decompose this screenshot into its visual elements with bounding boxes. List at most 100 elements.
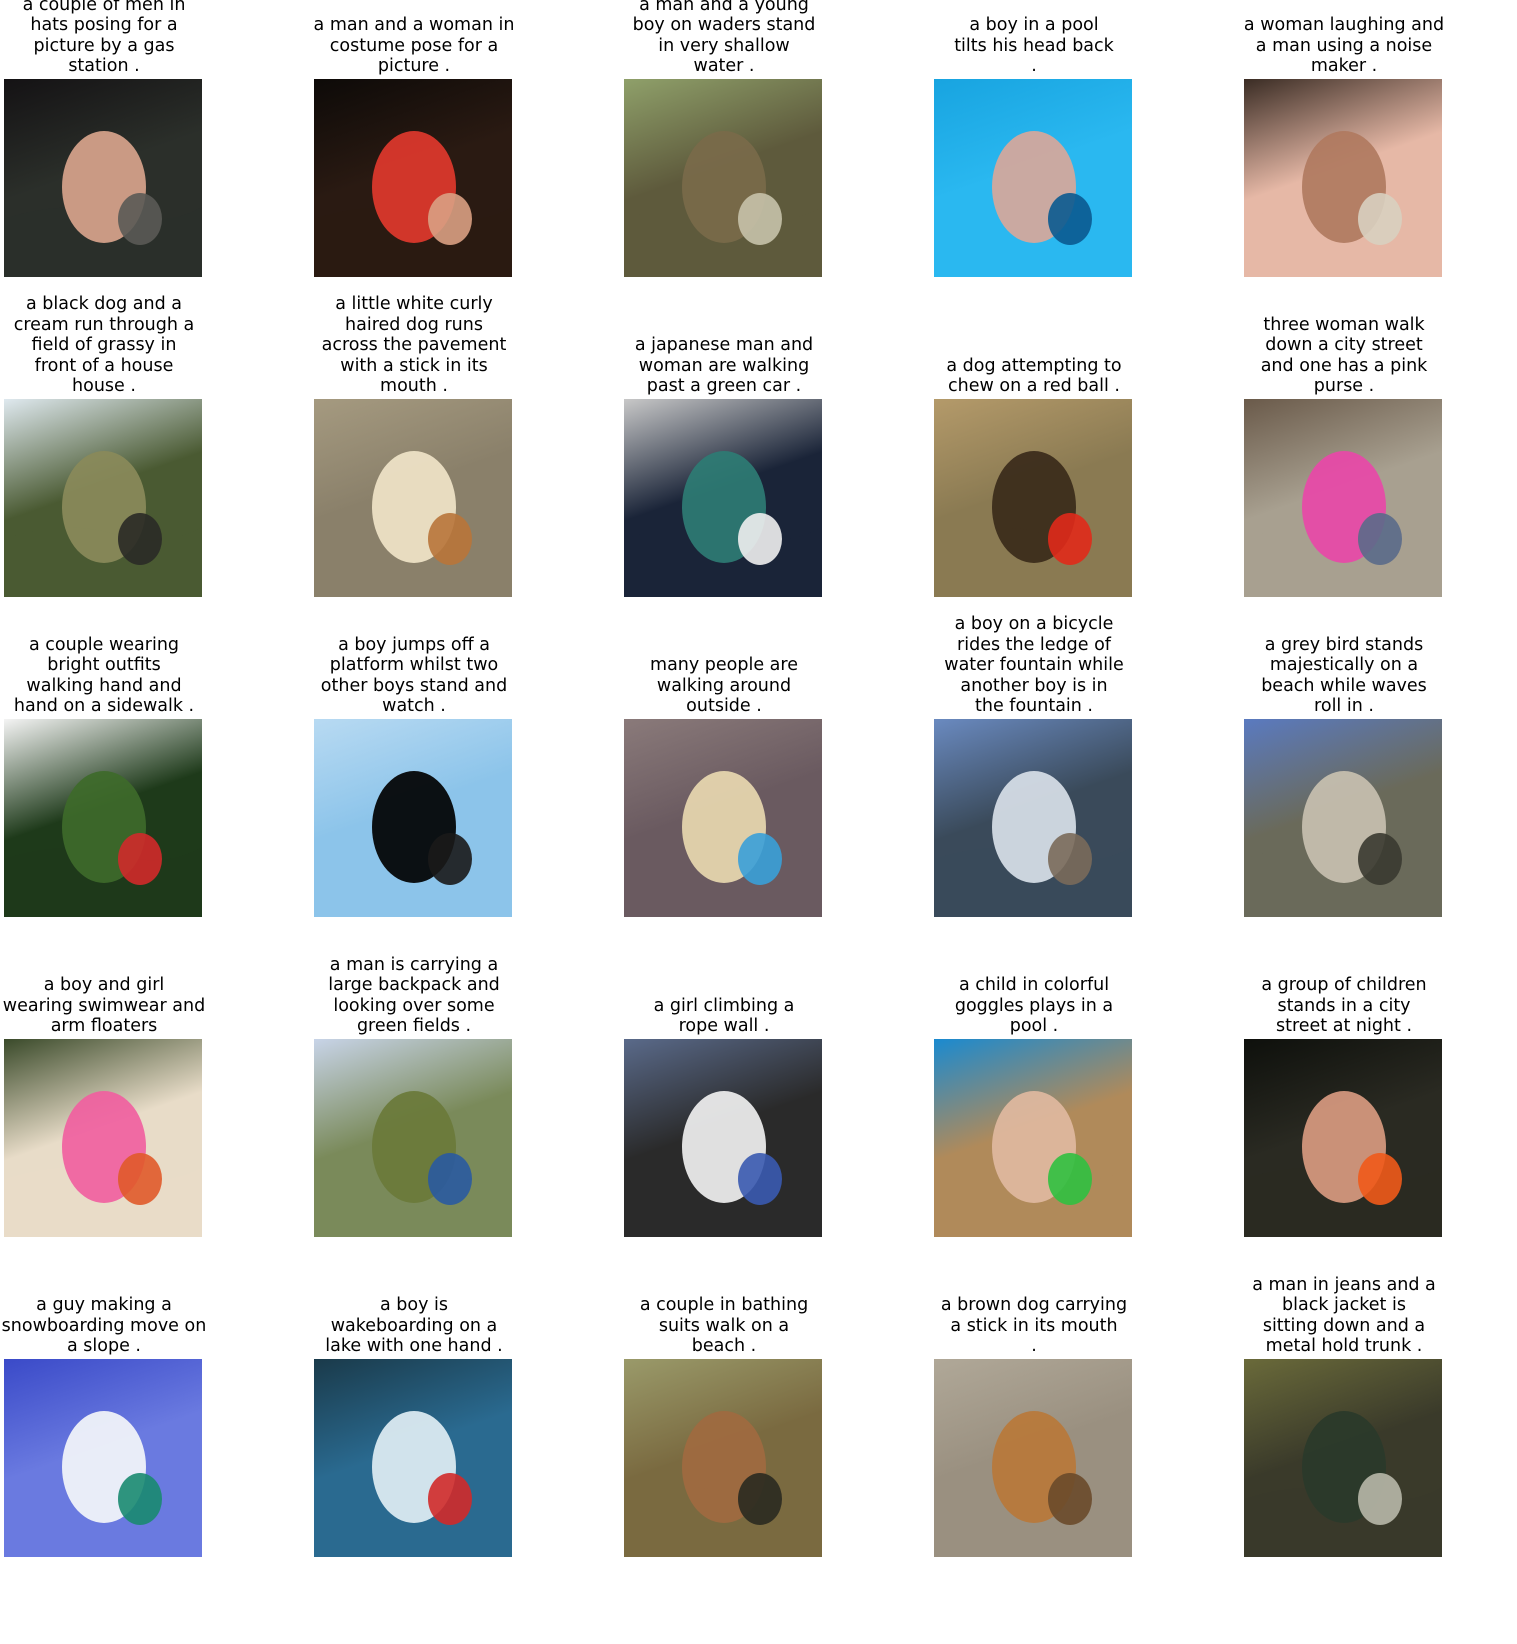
caption-line: a stick in its mouth [950, 1315, 1118, 1336]
caption-line: metal hold trunk . [1265, 1336, 1423, 1357]
image-caption: a man in jeans and a black jacket is sitti… [1184, 1275, 1504, 1357]
caption-line: tilts his head back [954, 35, 1114, 56]
photo-image [4, 79, 202, 277]
caption-line: a child in colorful [958, 975, 1110, 996]
photo [1244, 79, 1442, 277]
photo-image [1244, 719, 1442, 917]
gallery-item: a dog attempting to chew on a red ball . [874, 269, 1194, 597]
caption-line: three woman walk [1263, 314, 1425, 335]
caption-line: a couple of men in [22, 0, 186, 15]
caption-line: rope wall . [678, 1016, 770, 1037]
caption-line: front of a house [34, 355, 174, 376]
photo-accent [1358, 513, 1402, 565]
photo [314, 719, 512, 917]
caption-line: maker . [1310, 56, 1378, 77]
caption-line: a group of children [1261, 975, 1427, 996]
photo-accent [428, 1153, 472, 1205]
caption-line: field of grassy in [31, 335, 177, 356]
photo-accent [1358, 833, 1402, 885]
photo-accent [1358, 1153, 1402, 1205]
caption-line: station . [68, 56, 140, 77]
photo-accent [118, 513, 162, 565]
photo [4, 1039, 202, 1237]
caption-line: a boy on a bicycle [954, 614, 1114, 635]
photo-image [934, 1359, 1132, 1557]
caption-line: other boys stand and [320, 675, 508, 696]
caption-line: platform whilst two [329, 655, 499, 676]
gallery-item: many people are walking around outside . [564, 589, 884, 917]
caption-line: chew on a red ball . [948, 376, 1120, 397]
photo [934, 79, 1132, 277]
photo-image [934, 719, 1132, 917]
caption-line: a boy is [379, 1295, 448, 1316]
caption-line: . [1031, 1336, 1037, 1357]
caption-line: the fountain . [975, 696, 1093, 717]
caption-line: wearing swimwear and [2, 995, 206, 1016]
photo-image [624, 719, 822, 917]
photo-accent [1358, 193, 1402, 245]
caption-line: a woman laughing and [1243, 15, 1445, 36]
photo [314, 1359, 512, 1557]
photo [934, 1039, 1132, 1237]
caption-line: a brown dog carrying [940, 1295, 1128, 1316]
gallery-item: a couple wearing bright outfits walking ha… [0, 589, 264, 917]
image-caption: three woman walk down a city street and on… [1184, 315, 1504, 397]
caption-line: haired dog runs [345, 314, 483, 335]
photo-accent [428, 833, 472, 885]
caption-line: a black dog and a [26, 294, 182, 315]
caption-line: cream run through a [13, 314, 195, 335]
gallery-item: a child in colorful goggles plays in a poo… [874, 909, 1194, 1237]
photo-accent [738, 513, 782, 565]
gallery-item: a black dog and a cream run through a fiel… [0, 269, 264, 597]
image-caption: a man and a young boy on waders stand in v… [564, 0, 884, 77]
caption-line: majestically on a [1269, 655, 1419, 676]
caption-line: sitting down and a [1262, 1315, 1426, 1336]
caption-line: past a green car . [646, 376, 802, 397]
photo [1244, 1359, 1442, 1557]
image-caption: a couple wearing bright outfits walking ha… [0, 635, 264, 717]
caption-line: a guy making a [36, 1295, 172, 1316]
photo-image [1244, 1039, 1442, 1237]
photo [314, 1039, 512, 1237]
photo [1244, 399, 1442, 597]
photo-image [314, 1359, 512, 1557]
gallery-item: a man and a woman in costume pose for a pi… [254, 0, 574, 277]
photo-image [314, 719, 512, 917]
photo [934, 1359, 1132, 1557]
caption-line: stands in a city [1277, 995, 1411, 1016]
photo-image [4, 399, 202, 597]
photo-image [624, 79, 822, 277]
photo-accent [428, 193, 472, 245]
caption-line: a man and a woman in [313, 15, 515, 36]
photo-accent [1048, 193, 1092, 245]
gallery-item: a brown dog carrying a stick in its mouth… [874, 1229, 1194, 1557]
caption-line: beach while waves [1261, 675, 1427, 696]
photo-image [1244, 1359, 1442, 1557]
image-caption: a boy is wakeboarding on a lake with one h… [254, 1295, 574, 1357]
gallery-item: a man is carrying a large backpack and loo… [254, 909, 574, 1237]
photo-image [1244, 79, 1442, 277]
photo [1244, 719, 1442, 917]
gallery-item: a group of children stands in a city stree… [1184, 909, 1504, 1237]
caption-line: with a stick in its [340, 355, 488, 376]
gallery-item: a boy and girl wearing swimwear and arm fl… [0, 909, 264, 1237]
gallery-item: three woman walk down a city street and on… [1184, 269, 1504, 597]
gallery-item: a man in jeans and a black jacket is sitti… [1184, 1229, 1504, 1557]
caption-line: a girl climbing a [653, 995, 795, 1016]
photo-accent [1048, 833, 1092, 885]
caption-line: roll in . [1314, 696, 1374, 717]
image-caption: a brown dog carrying a stick in its mouth… [874, 1295, 1194, 1357]
image-caption: a boy jumps off a platform whilst two othe… [254, 635, 574, 717]
photo-image [314, 399, 512, 597]
photo [624, 719, 822, 917]
gallery-item: a guy making a snowboarding move on a slop… [0, 1229, 264, 1557]
caption-line: outside . [686, 696, 762, 717]
caption-line: a man in jeans and a [1252, 1274, 1436, 1295]
photo-accent [738, 193, 782, 245]
caption-line: suits walk on a [658, 1315, 790, 1336]
photo [4, 79, 202, 277]
caption-line: . [1031, 56, 1037, 77]
caption-line: mouth . [380, 376, 448, 397]
photo [934, 399, 1132, 597]
image-caption: many people are walking around outside . [564, 655, 884, 717]
